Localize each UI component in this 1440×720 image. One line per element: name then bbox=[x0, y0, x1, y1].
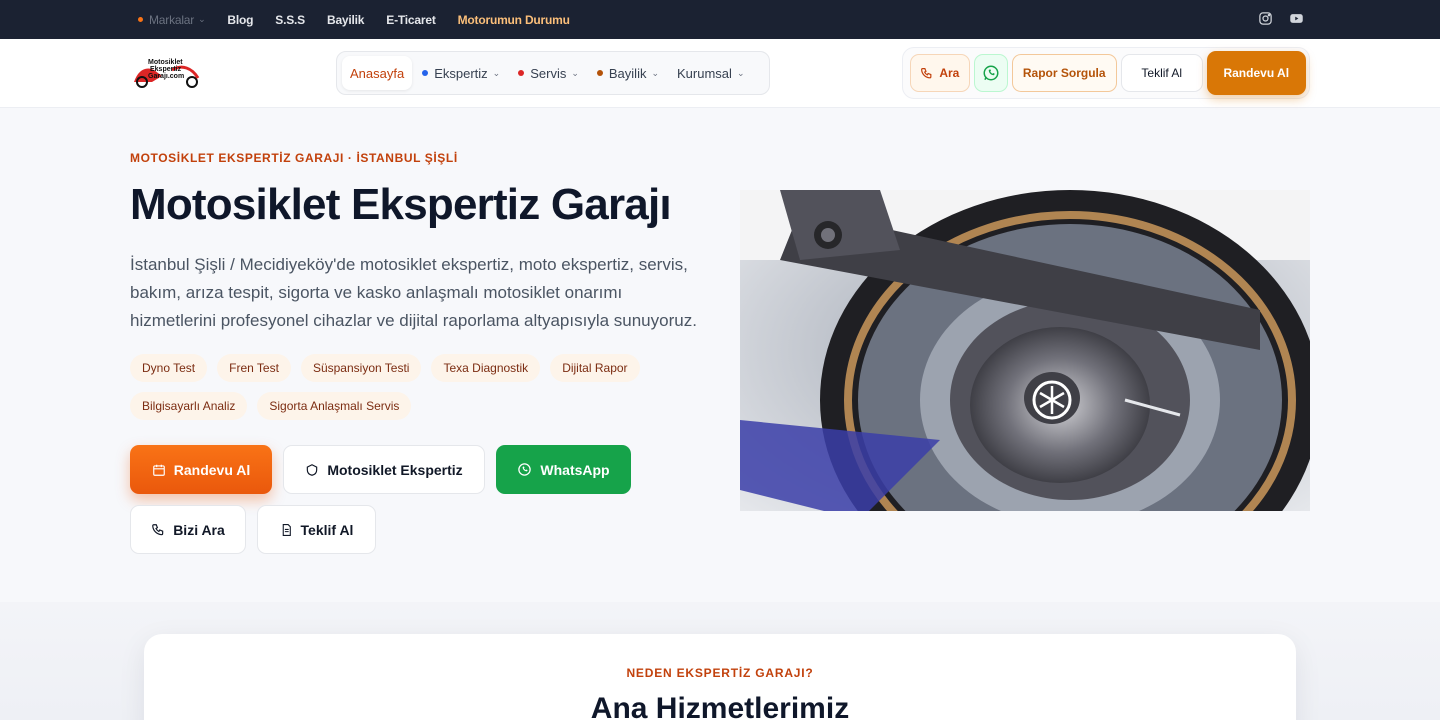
svg-text:Motosiklet: Motosiklet bbox=[148, 59, 183, 66]
hero-eyebrow: MOTOSİKLET EKSPERTİZ GARAJI · İSTANBUL Ş… bbox=[130, 151, 458, 165]
hero-motorcycle-wheel-image bbox=[740, 190, 1310, 511]
nav-label: Anasayfa bbox=[350, 65, 405, 81]
hero-cta-row: Randevu Al Motosiklet Ekspertiz WhatsApp bbox=[130, 445, 631, 494]
brown-dot bbox=[596, 70, 603, 76]
chip: Texa Diagnostik bbox=[431, 354, 541, 382]
quote-button[interactable]: Teklif Al bbox=[1120, 54, 1203, 92]
instagram-icon[interactable] bbox=[1258, 11, 1273, 26]
nav-item-servis[interactable]: Servis ⌄ bbox=[510, 56, 587, 90]
top-link-bayilik[interactable]: Bayilik bbox=[327, 13, 364, 27]
nav-label: Bayilik bbox=[608, 65, 647, 81]
orange-dot bbox=[138, 17, 143, 22]
svg-text:Ekspertiz: Ekspertiz bbox=[150, 66, 182, 73]
top-link-label: Markalar bbox=[149, 12, 195, 27]
section-title: Ana Hizmetlerimiz bbox=[590, 692, 850, 720]
chevron-down-icon: ⌄ bbox=[492, 67, 501, 78]
nav-item-kurumsal[interactable]: Kurumsal ⌄ bbox=[669, 56, 752, 90]
nav-item-ekspertiz[interactable]: Ekspertiz ⌄ bbox=[414, 56, 508, 90]
whatsapp-icon bbox=[982, 64, 1000, 82]
svg-text:Garajı.com: Garajı.com bbox=[148, 73, 184, 80]
chevron-down-icon: ⌄ bbox=[651, 67, 660, 78]
red-dot bbox=[518, 70, 525, 76]
nav-label: Kurumsal bbox=[677, 65, 732, 81]
nav-item-bayilik[interactable]: Bayilik ⌄ bbox=[589, 56, 667, 90]
get-quote-button[interactable]: Teklif Al bbox=[257, 505, 376, 554]
section-eyebrow: NEDEN EKSPERTİZ GARAJI? bbox=[626, 666, 814, 680]
appointment-button[interactable]: Randevu Al bbox=[1206, 51, 1306, 95]
phone-icon bbox=[151, 523, 165, 537]
call-us-button[interactable]: Bizi Ara bbox=[130, 505, 246, 554]
blue-dot bbox=[422, 70, 429, 76]
top-link-eticaret[interactable]: E-Ticaret bbox=[386, 13, 436, 27]
shield-icon bbox=[305, 463, 319, 477]
chip: Bilgisayarlı Analiz bbox=[130, 392, 248, 420]
document-icon bbox=[280, 523, 293, 537]
report-query-button[interactable]: Rapor Sorgula bbox=[1011, 54, 1117, 92]
button-label: Randevu Al bbox=[173, 461, 251, 478]
chip: Sigorta Anlaşmalı Servis bbox=[257, 392, 412, 420]
chip: Süspansiyon Testi bbox=[300, 354, 422, 382]
site-logo[interactable]: Motosiklet Ekspertiz Garajı.com bbox=[132, 56, 202, 90]
motorcycle-expertise-button[interactable]: Motosiklet Ekspertiz bbox=[283, 445, 485, 494]
hero-whatsapp-button[interactable]: WhatsApp bbox=[496, 445, 631, 494]
feature-chips: Dyno Test Fren Test Süspansiyon Testi Te… bbox=[130, 354, 650, 420]
whatsapp-button[interactable] bbox=[973, 54, 1008, 92]
social-links bbox=[1258, 11, 1304, 26]
chip: Dyno Test bbox=[130, 354, 208, 382]
top-bar: Markalar ⌄ Blog S.S.S Bayilik E-Ticaret … bbox=[0, 0, 1440, 39]
phone-icon bbox=[920, 67, 933, 80]
call-label: Ara bbox=[939, 66, 960, 80]
hero-appointment-button[interactable]: Randevu Al bbox=[130, 445, 272, 494]
page-title: Motosiklet Ekspertiz Garajı bbox=[130, 180, 672, 229]
nav-label: Servis bbox=[530, 65, 567, 81]
chip: Dijital Rapor bbox=[550, 354, 640, 382]
nav-label: Ekspertiz bbox=[434, 65, 488, 81]
button-label: Bizi Ara bbox=[173, 521, 225, 538]
top-link-markalar[interactable]: Markalar ⌄ bbox=[138, 12, 206, 27]
call-button[interactable]: Ara bbox=[910, 54, 970, 92]
top-link-sss[interactable]: S.S.S bbox=[275, 13, 305, 27]
top-link-motorumun-durumu[interactable]: Motorumun Durumu bbox=[458, 13, 570, 27]
hero-description: İstanbul Şişli / Mecidiyeköy'de motosikl… bbox=[130, 255, 697, 330]
main-nav: Anasayfa Ekspertiz ⌄ Servis ⌄ Bayilik ⌄ … bbox=[336, 51, 770, 95]
button-label: Teklif Al bbox=[300, 521, 354, 538]
top-links: Markalar ⌄ Blog S.S.S Bayilik E-Ticaret … bbox=[138, 0, 592, 39]
hero-cta-row-secondary: Bizi Ara Teklif Al bbox=[130, 505, 376, 554]
button-label: WhatsApp bbox=[540, 461, 610, 478]
main-header: Motosiklet Ekspertiz Garajı.com Anasayfa… bbox=[0, 39, 1440, 108]
button-label: Motosiklet Ekspertiz bbox=[327, 461, 463, 478]
youtube-icon[interactable] bbox=[1289, 11, 1304, 26]
services-card: NEDEN EKSPERTİZ GARAJI? Ana Hizmetlerimi… bbox=[144, 634, 1296, 720]
chevron-down-icon: ⌄ bbox=[571, 67, 579, 78]
chevron-down-icon: ⌄ bbox=[736, 67, 745, 78]
whatsapp-icon bbox=[517, 462, 532, 477]
calendar-icon bbox=[152, 463, 166, 477]
nav-item-anasayfa[interactable]: Anasayfa bbox=[342, 56, 413, 90]
chevron-down-icon: ⌄ bbox=[198, 14, 206, 24]
chip: Fren Test bbox=[217, 354, 291, 382]
header-actions: Ara Rapor Sorgula Teklif Al Randevu Al bbox=[902, 47, 1310, 99]
top-link-blog[interactable]: Blog bbox=[227, 13, 253, 27]
